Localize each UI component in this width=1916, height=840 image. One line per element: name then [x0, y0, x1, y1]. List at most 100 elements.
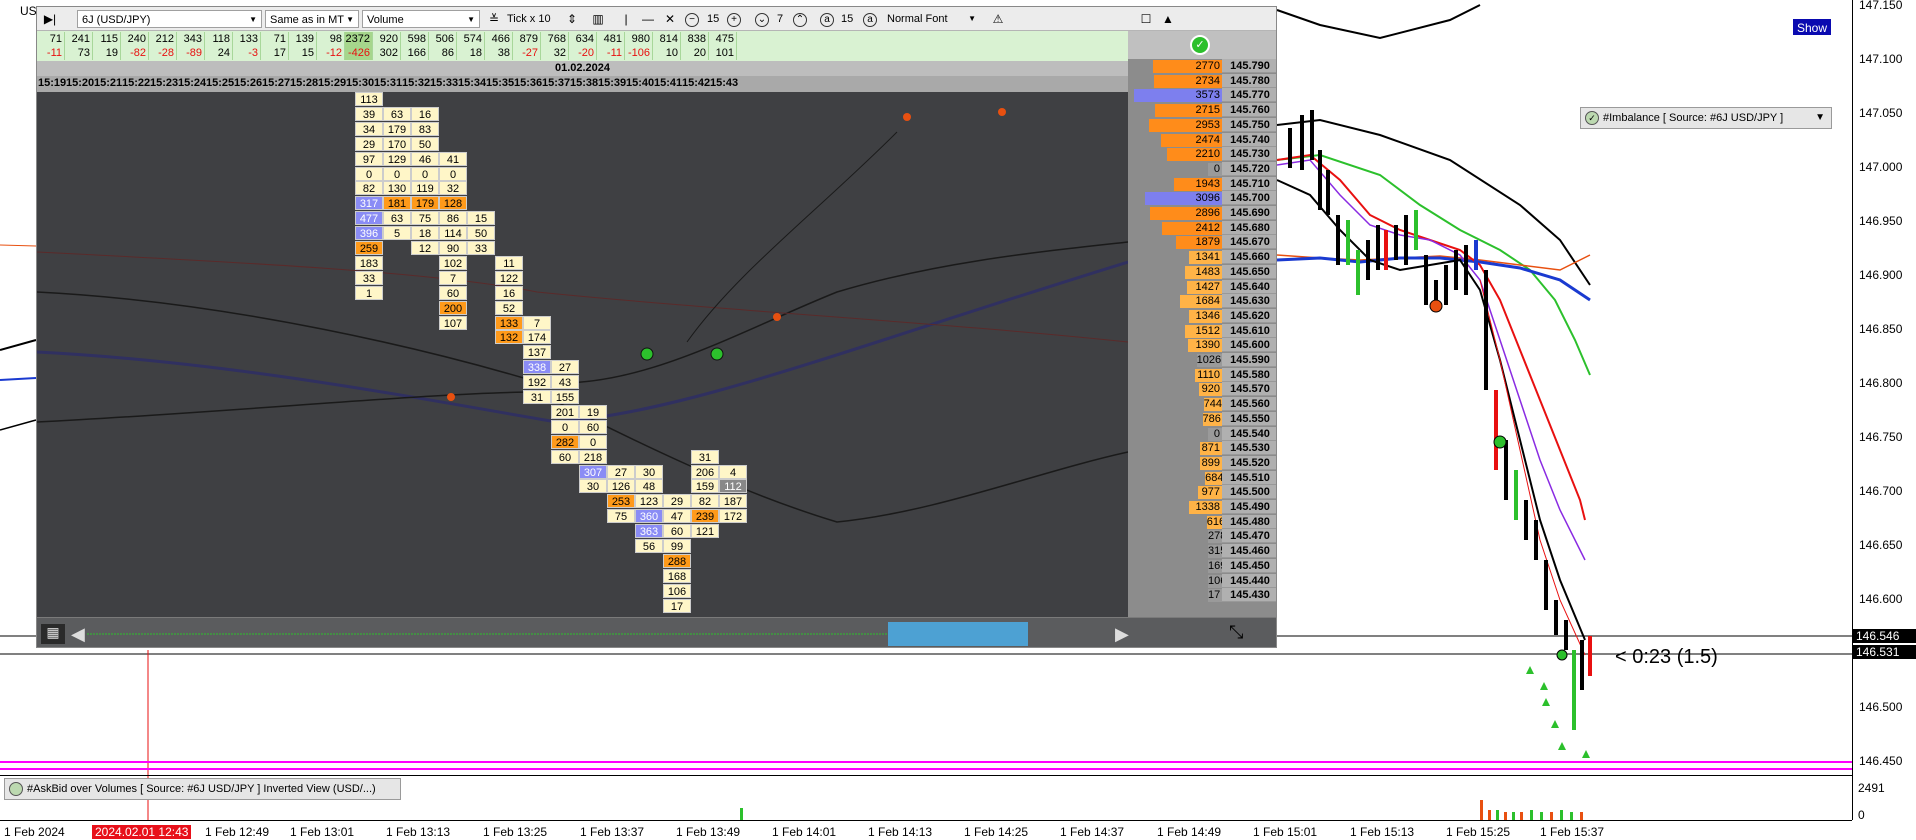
font-select[interactable]: Normal Font ▼ [887, 10, 982, 28]
footprint-cell: 17 [663, 598, 691, 613]
expand-button[interactable]: ⌃ [793, 10, 807, 28]
indicator-toggle-icon[interactable] [9, 782, 23, 796]
dom-row[interactable]: 1338 145.490 [1128, 500, 1276, 515]
lower-band [1276, 179, 1586, 641]
zoom-in-button[interactable]: + [727, 10, 741, 28]
dom-row[interactable]: 1427 145.640 [1128, 279, 1276, 295]
dom-row[interactable]: 2412 145.680 [1128, 220, 1276, 236]
dom-volume: 169 [1208, 559, 1227, 573]
dom-row[interactable]: 1341 145.660 [1128, 250, 1276, 265]
time-row-label: 15:28 [290, 77, 319, 89]
dom-row[interactable]: 1346 145.620 [1128, 308, 1276, 324]
delta-cell: 980 [625, 32, 653, 46]
footprint-cell: 253 [607, 494, 635, 509]
dom-volume: 2734 [1154, 74, 1222, 88]
dom-row[interactable]: 871 145.530 [1128, 441, 1276, 456]
adjust-icon[interactable]: ⇕ [563, 10, 581, 28]
navigator-minichart [87, 633, 887, 635]
dom-row[interactable]: 920 145.570 [1128, 382, 1276, 397]
zoom-value-c: 15 [841, 13, 854, 25]
dom-row[interactable]: 616 145.480 [1128, 514, 1276, 530]
askbid-indicator[interactable]: #AskBid over Volumes [ Source: #6J USD/J… [4, 778, 401, 800]
dom-row[interactable]: 899 145.520 [1128, 455, 1276, 471]
dom-row[interactable]: 0 145.720 [1128, 161, 1276, 177]
show-button[interactable]: Show [1792, 18, 1832, 36]
navigator-bar[interactable]: ▦ ◀ ▶ ⤡ [37, 617, 1276, 647]
dom-row[interactable]: 2770 145.790 [1128, 59, 1276, 74]
font-b-icon[interactable]: a [863, 10, 877, 28]
dom-row[interactable]: 1026 145.590 [1128, 353, 1276, 368]
dom-row[interactable]: 169 145.450 [1128, 558, 1276, 574]
dom-row[interactable]: 278 145.470 [1128, 529, 1276, 544]
dom-row[interactable]: 1110 145.580 [1128, 367, 1276, 383]
warning-icon[interactable]: ⚠ [989, 10, 1007, 28]
dom-row[interactable]: 2953 145.750 [1128, 117, 1276, 133]
play-icon[interactable]: ▶| [41, 10, 59, 28]
dom-row[interactable]: 1483 145.650 [1128, 264, 1276, 280]
footprint-cell: 63 [383, 106, 411, 121]
font-a-icon[interactable]: a [820, 10, 834, 28]
dom-row[interactable]: 3573 145.770 [1128, 88, 1276, 103]
dom-row[interactable]: 315 145.460 [1128, 544, 1276, 559]
tick-label[interactable]: Tick x 10 [507, 10, 551, 28]
mode-select[interactable]: Same as in MT ▼ [265, 10, 359, 28]
collapse-up-icon[interactable]: ▲ [1159, 10, 1177, 28]
dom-row[interactable]: 684 145.510 [1128, 470, 1276, 486]
footprint-cell: 52 [495, 300, 523, 315]
scroll-left-icon[interactable]: ◀ [71, 624, 85, 645]
navigator-thumb[interactable] [888, 622, 1028, 646]
dom-row[interactable]: 17 145.430 [1128, 588, 1276, 603]
dom-row[interactable]: 1684 145.630 [1128, 294, 1276, 309]
dom-row[interactable]: 106 145.440 [1128, 573, 1276, 589]
dom-row[interactable]: 2715 145.760 [1128, 103, 1276, 118]
dom-volume: 2896 [1150, 207, 1222, 220]
dom-row[interactable]: 1943 145.710 [1128, 176, 1276, 192]
dom-ladder[interactable]: 2770 145.790 2734 145.780 3573 145.770 2715 145… [1128, 31, 1276, 617]
collapse-button[interactable]: ⌄ [755, 10, 769, 28]
dom-row[interactable]: 2210 145.730 [1128, 147, 1276, 162]
zoom-out-button[interactable]: − [685, 10, 699, 28]
indicator-toggle-icon[interactable]: ✓ [1585, 111, 1599, 125]
dom-row[interactable]: 1512 145.610 [1128, 323, 1276, 339]
bar-chart-icon[interactable]: ▥ [589, 10, 607, 28]
calendar-icon[interactable]: ▦ [41, 624, 65, 644]
dom-row[interactable]: 977 145.500 [1128, 485, 1276, 500]
dom-row[interactable]: 786 145.550 [1128, 411, 1276, 427]
chevron-down-icon[interactable]: ▼ [1815, 108, 1825, 128]
dom-row[interactable]: 2734 145.780 [1128, 73, 1276, 89]
check-icon[interactable]: ✓ [1190, 35, 1210, 55]
footprint-cell: 32 [439, 181, 467, 196]
dom-row[interactable]: 2474 145.740 [1128, 132, 1276, 148]
footprint-cell: 112 [719, 479, 747, 494]
dom-row[interactable]: 0 145.540 [1128, 426, 1276, 442]
footprint-panel[interactable]: ▶| 6J (USD/JPY) ▼ Same as in MT ▼ Volume ▼ … [36, 6, 1277, 648]
delta-cell: 598 [401, 32, 429, 46]
window-icon[interactable]: ☐ [1137, 10, 1155, 28]
dom-price: 145.780 [1222, 73, 1276, 88]
minus-icon[interactable]: — [639, 10, 657, 28]
footprint-cell: 0 [551, 419, 579, 434]
dom-row[interactable]: 744 145.560 [1128, 397, 1276, 412]
symbol-select[interactable]: 6J (USD/JPY) ▼ [77, 10, 262, 28]
footprint-cell: 1 [355, 285, 383, 300]
footprint-plot[interactable]: 113 39 34 29 97 0 82 317 477 396 259 183 33 1 63 179 170… [37, 92, 1128, 617]
footprint-cell: 30 [579, 479, 607, 494]
footprint-cell: 200 [439, 300, 467, 315]
dom-row[interactable]: 3096 145.700 [1128, 191, 1276, 206]
line-icon[interactable]: | [617, 10, 635, 28]
close-icon[interactable]: ✕ [661, 10, 679, 28]
footprint-cell: 128 [439, 196, 467, 211]
footprint-cell: 16 [495, 285, 523, 300]
imbalance-indicator[interactable]: ✓ #Imbalance [ Source: #6J USD/JPY ] ▼ [1580, 107, 1832, 129]
time-axis[interactable]: 1 Feb 2024 2024.02.01 12:43 1 Feb 12:49 1 F… [0, 820, 1852, 840]
expand-window-icon[interactable]: ⤡ [1229, 622, 1243, 643]
dom-row[interactable]: 2896 145.690 [1128, 206, 1276, 221]
price-axis[interactable]: 147.150 147.100 147.050 147.000 146.950 146.9… [1852, 0, 1916, 820]
dom-row[interactable]: 1879 145.670 [1128, 235, 1276, 250]
footprint-cell: 121 [691, 524, 719, 539]
view-select[interactable]: Volume ▼ [362, 10, 480, 28]
sort-icon[interactable]: ≚ [485, 10, 503, 28]
dom-row[interactable]: 1390 145.600 [1128, 338, 1276, 353]
scroll-right-icon[interactable]: ▶ [1115, 624, 1129, 645]
magenta-band-1 [0, 761, 1852, 763]
